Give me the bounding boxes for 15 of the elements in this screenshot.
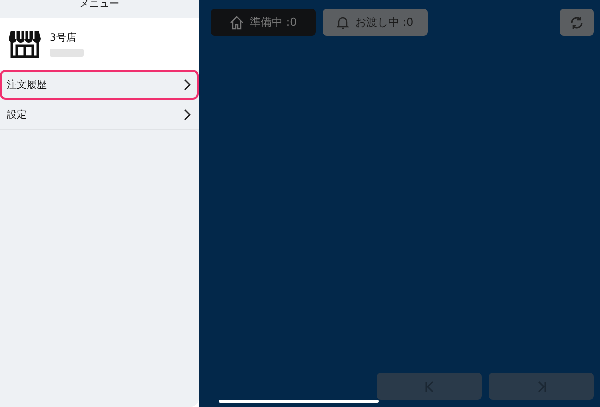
storefront-icon [8,30,42,58]
chevron-right-icon [184,79,191,91]
blurred-text-bar [50,49,84,57]
menu-title: メニュー [78,0,120,12]
chevron-right-icon [184,108,191,120]
home-icon [230,16,244,30]
refresh-icon [570,16,584,30]
first-page-button[interactable] [377,373,482,400]
last-page-icon [536,380,546,392]
bell-icon [337,16,350,30]
store-name: 3号店 [50,32,78,45]
last-page-button[interactable] [489,373,594,400]
status-tab[interactable]: 準備中 :0 [211,9,316,36]
menu-item[interactable]: 注文履歴 [0,70,199,100]
refresh-button[interactable] [560,9,594,36]
